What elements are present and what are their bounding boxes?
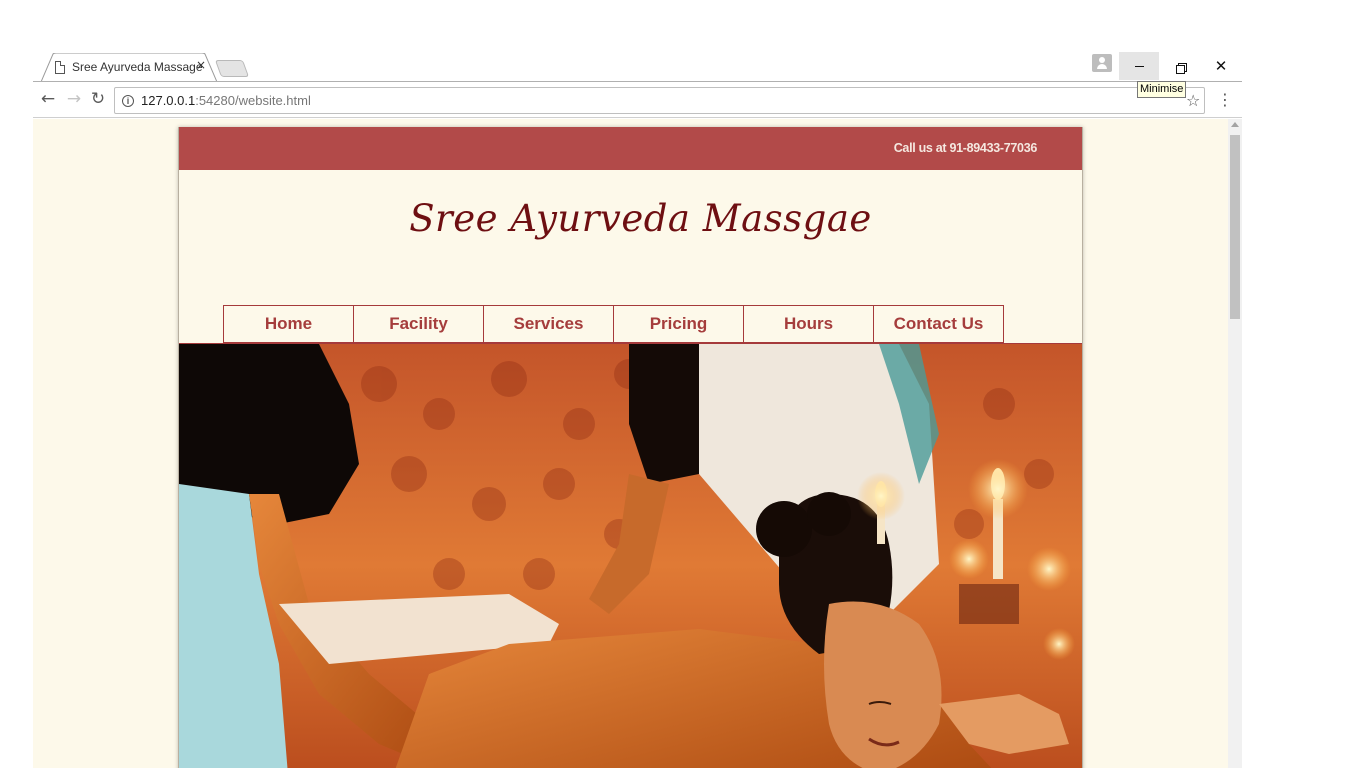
profile-icon[interactable] — [1092, 54, 1112, 72]
nav-home[interactable]: Home — [223, 305, 354, 343]
back-icon[interactable]: ← — [38, 89, 58, 109]
massage-photo — [179, 344, 1082, 768]
nav-services[interactable]: Services — [483, 305, 614, 343]
star-icon[interactable]: ☆ — [1186, 91, 1200, 110]
minimise-tooltip: Minimise — [1137, 81, 1187, 98]
browser-window: Sree Ayurveda Massage × ✕ Minimise ← → ↻… — [33, 44, 1242, 768]
scroll-thumb[interactable] — [1230, 135, 1240, 319]
hero-image — [179, 344, 1082, 768]
tab-strip: Sree Ayurveda Massage × ✕ — [33, 44, 1242, 82]
site-container: Call us at 91-89433-77036 Sree Ayurveda … — [178, 127, 1083, 768]
main-nav: Home Facility Services Pricing Hours Con… — [223, 305, 1004, 344]
nav-hours[interactable]: Hours — [743, 305, 874, 343]
call-us-text: Call us at 91-89433-77036 — [893, 141, 1038, 155]
forward-icon[interactable]: → — [64, 89, 84, 109]
url-host: 127.0.0.1 — [141, 93, 196, 108]
reload-icon[interactable]: ↻ — [88, 89, 108, 109]
tab-close-icon[interactable]: × — [194, 57, 208, 73]
site-title: Sree Ayurveda Massgae — [409, 197, 872, 240]
nav-facility[interactable]: Facility — [353, 305, 484, 343]
menu-icon[interactable]: ⋮ — [1217, 90, 1233, 110]
new-tab-button[interactable] — [214, 60, 250, 77]
vertical-scrollbar[interactable] — [1228, 119, 1242, 768]
browser-toolbar: ← → ↻ i 127.0.0.1:54280/website.html ☆ ⋮ — [33, 81, 1242, 118]
close-icon[interactable]: ✕ — [1201, 52, 1241, 80]
minimize-icon[interactable] — [1119, 52, 1159, 80]
url-path: :54280/website.html — [195, 93, 311, 108]
nav-contact-us[interactable]: Contact Us — [873, 305, 1004, 343]
maximize-icon[interactable] — [1161, 52, 1201, 80]
tab-title[interactable]: Sree Ayurveda Massage — [72, 60, 203, 74]
info-icon[interactable]: i — [122, 95, 134, 107]
address-bar[interactable]: i 127.0.0.1:54280/website.html ☆ — [114, 87, 1205, 114]
url-text[interactable]: 127.0.0.1:54280/website.html — [141, 93, 311, 108]
page-icon — [55, 61, 65, 74]
page-viewport: Call us at 91-89433-77036 Sree Ayurveda … — [33, 119, 1228, 768]
top-bar: Call us at 91-89433-77036 — [179, 127, 1082, 170]
nav-pricing[interactable]: Pricing — [613, 305, 744, 343]
scroll-up-arrow-icon[interactable] — [1231, 122, 1239, 127]
